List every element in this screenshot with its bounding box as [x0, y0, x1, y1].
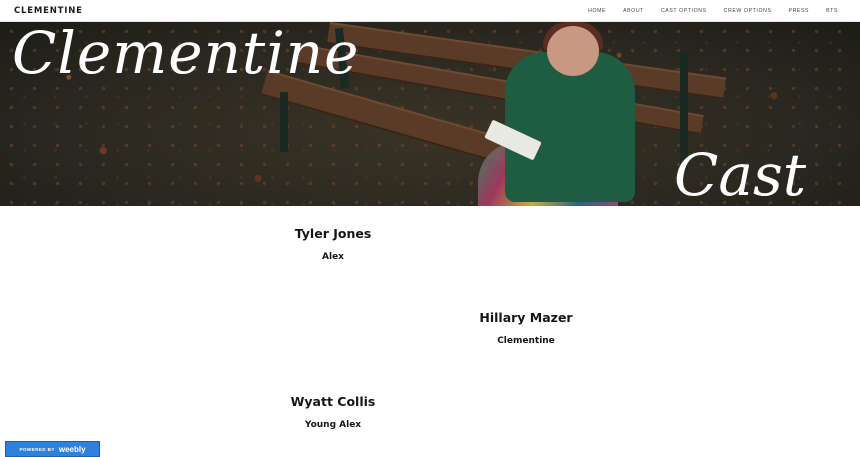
nav-home[interactable]: HOME: [588, 8, 606, 14]
cast-name: Hillary Mazer: [479, 310, 573, 325]
site-title[interactable]: CLEMENTINE: [14, 6, 83, 16]
cast-role: Alex: [322, 252, 344, 262]
cast-name: Wyatt Collis: [290, 394, 376, 409]
nav-crew-options[interactable]: CREW OPTIONS: [724, 8, 772, 14]
powered-by-weebly-badge[interactable]: POWERED BY weebly: [5, 441, 100, 457]
cast-entry: Wyatt Collis Young Alex: [243, 394, 423, 430]
cast-role: Clementine: [497, 336, 555, 346]
cast-role: Young Alex: [304, 420, 362, 430]
nav-about[interactable]: ABOUT: [623, 8, 644, 14]
cast-entry: Tyler Jones Alex: [243, 226, 423, 262]
hero-banner: Clementine Cast: [0, 22, 860, 206]
nav-cast-options[interactable]: CAST OPTIONS: [661, 8, 707, 14]
cast-entry: Hillary Mazer Clementine: [436, 310, 616, 346]
weebly-logo: weebly: [58, 444, 86, 454]
main-nav: HOME ABOUT CAST OPTIONS CREW OPTIONS PRE…: [571, 0, 838, 22]
banner-subtitle: Cast: [674, 141, 807, 206]
nav-bts[interactable]: BTS: [826, 8, 838, 14]
cast-name: Tyler Jones: [294, 226, 372, 241]
site-header: CLEMENTINE HOME ABOUT CAST OPTIONS CREW …: [0, 0, 860, 22]
banner-title: Clementine: [12, 22, 360, 87]
nav-press[interactable]: PRESS: [789, 8, 810, 14]
powered-by-label: POWERED BY: [19, 446, 55, 452]
